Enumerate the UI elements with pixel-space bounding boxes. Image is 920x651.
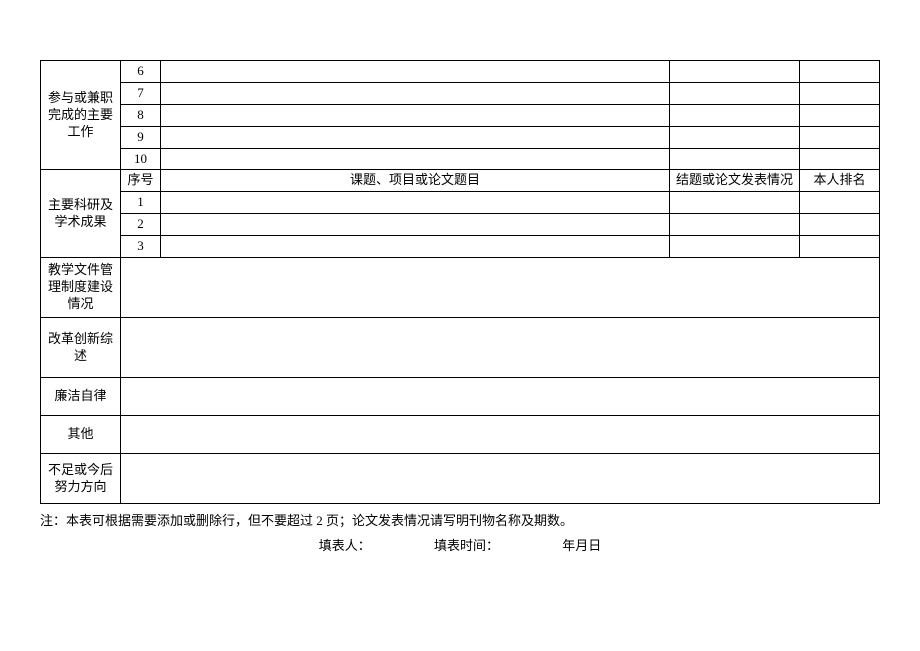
table-row: 9 — [41, 126, 880, 148]
table-row: 廉洁自律 — [41, 378, 880, 416]
cell — [800, 236, 880, 258]
cell — [800, 126, 880, 148]
row-num: 1 — [121, 192, 161, 214]
cell — [670, 126, 800, 148]
section5-label: 廉洁自律 — [41, 378, 121, 416]
footer-date: 年月日 — [562, 535, 601, 554]
table-row: 教学文件管理制度建设情况 — [41, 258, 880, 318]
section2-label: 主要科研及学术成果 — [41, 170, 121, 258]
cell — [800, 192, 880, 214]
cell — [161, 214, 670, 236]
header-rank: 本人排名 — [800, 170, 880, 192]
cell — [800, 82, 880, 104]
cell — [161, 148, 670, 170]
table-row: 不足或今后努力方向 — [41, 454, 880, 504]
header-num: 序号 — [121, 170, 161, 192]
cell — [121, 454, 880, 504]
cell — [800, 104, 880, 126]
row-num: 2 — [121, 214, 161, 236]
row-num: 3 — [121, 236, 161, 258]
cell — [161, 192, 670, 214]
cell — [670, 104, 800, 126]
table-row: 8 — [41, 104, 880, 126]
table-row: 7 — [41, 82, 880, 104]
table-row: 参与或兼职完成的主要工作 6 — [41, 61, 880, 83]
form-table: 参与或兼职完成的主要工作 6 7 8 9 10 主要科研及学术成果 序号 课题、… — [40, 60, 880, 504]
cell — [121, 378, 880, 416]
cell — [161, 82, 670, 104]
footer-time: 填表时间： — [434, 535, 499, 554]
cell — [161, 236, 670, 258]
section7-label: 不足或今后努力方向 — [41, 454, 121, 504]
row-num: 10 — [121, 148, 161, 170]
cell — [161, 104, 670, 126]
section3-label: 教学文件管理制度建设情况 — [41, 258, 121, 318]
cell — [670, 192, 800, 214]
cell — [670, 148, 800, 170]
table-row: 1 — [41, 192, 880, 214]
footer-filler: 填表人： — [319, 535, 371, 554]
section6-label: 其他 — [41, 416, 121, 454]
row-num: 9 — [121, 126, 161, 148]
footer-line: 填表人： 填表时间： 年月日 — [40, 535, 880, 554]
cell — [670, 82, 800, 104]
table-row: 2 — [41, 214, 880, 236]
header-topic: 课题、项目或论文题目 — [161, 170, 670, 192]
cell — [800, 148, 880, 170]
table-row: 改革创新综述 — [41, 318, 880, 378]
cell — [800, 61, 880, 83]
cell — [121, 318, 880, 378]
table-row: 其他 — [41, 416, 880, 454]
cell — [161, 126, 670, 148]
row-num: 6 — [121, 61, 161, 83]
section4-label: 改革创新综述 — [41, 318, 121, 378]
header-status: 结题或论文发表情况 — [670, 170, 800, 192]
cell — [670, 236, 800, 258]
table-row: 10 — [41, 148, 880, 170]
table-row: 主要科研及学术成果 序号 课题、项目或论文题目 结题或论文发表情况 本人排名 — [41, 170, 880, 192]
row-num: 7 — [121, 82, 161, 104]
cell — [121, 416, 880, 454]
notes-text: 注：本表可根据需要添加或删除行，但不要超过 2 页；论文发表情况请写明刊物名称及… — [40, 510, 880, 529]
table-row: 3 — [41, 236, 880, 258]
cell — [670, 214, 800, 236]
section1-label: 参与或兼职完成的主要工作 — [41, 61, 121, 170]
cell — [161, 61, 670, 83]
cell — [121, 258, 880, 318]
cell — [800, 214, 880, 236]
row-num: 8 — [121, 104, 161, 126]
cell — [670, 61, 800, 83]
